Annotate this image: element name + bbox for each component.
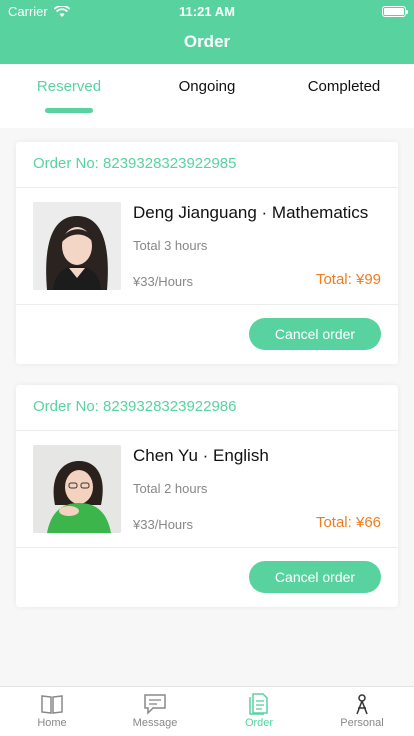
hourly-rate: ¥33/Hours <box>133 517 193 532</box>
order-tabs: Reserved Ongoing Completed <box>0 64 414 128</box>
teacher-subject: Chen Yu · English <box>133 446 269 465</box>
nav-label: Order <box>244 717 274 729</box>
header-bar: Carrier 11:21 AM Order <box>0 0 414 64</box>
tab-label: Ongoing <box>178 78 236 95</box>
tab-label: Reserved <box>36 78 102 95</box>
order-card: Order No: 8239328323922985 Deng Jianguan… <box>16 142 398 364</box>
person-icon <box>356 694 368 715</box>
tab-reserved[interactable]: Reserved <box>30 78 108 128</box>
active-tab-indicator <box>45 108 93 113</box>
order-card: Order No: 8239328323922986 Chen Yu · Eng… <box>16 385 398 607</box>
book-icon <box>41 695 63 714</box>
total-hours: Total 3 hours <box>133 238 208 253</box>
teacher-subject: Deng Jianguang · Mathematics <box>133 203 369 222</box>
clock: 11:21 AM <box>179 4 235 19</box>
nav-label: Message <box>132 717 178 729</box>
status-bar: Carrier 11:21 AM <box>0 0 414 22</box>
nav-order[interactable]: Order <box>207 687 311 736</box>
cancel-order-button[interactable]: Cancel order <box>249 561 381 593</box>
total-hours: Total 2 hours <box>133 481 208 496</box>
tab-ongoing[interactable]: Ongoing <box>168 78 246 128</box>
tab-completed[interactable]: Completed <box>300 78 388 128</box>
tab-label: Completed <box>307 78 381 95</box>
nav-message[interactable]: Message <box>103 687 207 736</box>
divider <box>16 304 398 305</box>
order-list[interactable]: Order No: 8239328323922985 Deng Jianguan… <box>0 128 414 686</box>
divider <box>16 187 398 188</box>
nav-home[interactable]: Home <box>0 687 104 736</box>
bottom-tab-bar: Home Message Order Personal <box>0 686 414 736</box>
chat-icon <box>144 694 166 715</box>
page-title: Order <box>183 32 231 51</box>
divider <box>16 430 398 431</box>
nav-personal[interactable]: Personal <box>310 687 414 736</box>
order-number: Order No: 8239328323922986 <box>33 398 237 415</box>
teacher-avatar <box>33 445 121 533</box>
nav-label: Personal <box>340 717 384 729</box>
total-price: Total: ¥66 <box>315 514 381 531</box>
battery-icon <box>382 6 408 17</box>
hourly-rate: ¥33/Hours <box>133 274 193 289</box>
order-number: Order No: 8239328323922985 <box>33 155 237 172</box>
document-icon <box>249 693 268 715</box>
nav-label: Home <box>37 717 67 729</box>
cancel-order-button[interactable]: Cancel order <box>249 318 381 350</box>
total-price: Total: ¥99 <box>315 271 381 288</box>
divider <box>16 547 398 548</box>
teacher-avatar <box>33 202 121 290</box>
